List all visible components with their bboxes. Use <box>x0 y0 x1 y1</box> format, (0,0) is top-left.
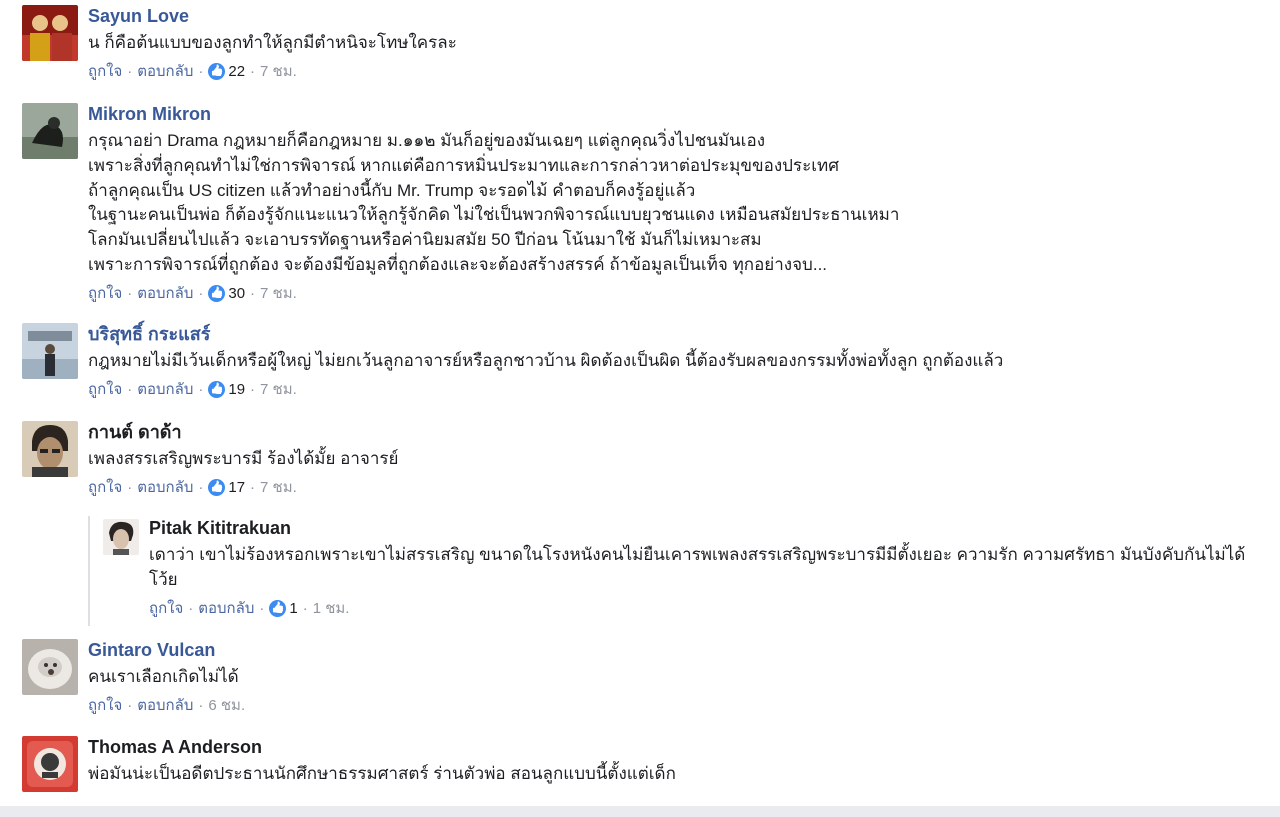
avatar[interactable] <box>22 421 78 477</box>
comment-text: เพลงสรรเสริญพระบารมี ร้องได้มั้ย อาจารย์ <box>88 449 399 468</box>
comment-text: พ่อมันน่ะเป็นอดีตประธานนักศึกษาธรรมศาสตร… <box>88 764 676 783</box>
reply-link[interactable]: ตอบกลับ <box>137 284 193 304</box>
commenter-name[interactable]: Gintaro Vulcan <box>88 639 1272 661</box>
like-reaction-icon[interactable] <box>208 479 226 497</box>
reaction-count[interactable]: 1 <box>289 599 297 619</box>
comment-actions: ถูกใจ · ตอบกลับ · 1 · 1 ชม. <box>149 599 1272 619</box>
comment-text: น ก็คือต้นแบบของลูกทำให้ลูกมีตำหนิจะโทษใ… <box>88 33 457 52</box>
reaction-count[interactable]: 30 <box>228 284 245 304</box>
comment-actions: ถูกใจ · ตอบกลับ · 22 · 7 ชม. <box>88 62 1272 82</box>
comment-actions: ถูกใจ · ตอบกลับ · 6 ชม. <box>88 696 246 716</box>
like-link[interactable]: ถูกใจ <box>88 284 122 304</box>
reaction-count[interactable]: 19 <box>228 380 245 400</box>
commenter-name[interactable]: Mikron Mikron <box>88 103 1272 125</box>
timestamp[interactable]: 6 ชม. <box>208 696 245 716</box>
like-reaction-icon[interactable] <box>208 381 226 399</box>
comment-text: เดาว่า เขาไม่ร้องหรอกเพราะเขาไม่สรรเสริญ… <box>149 545 1246 589</box>
avatar[interactable] <box>103 519 139 555</box>
reply-link[interactable]: ตอบกลับ <box>137 478 193 498</box>
reply-link[interactable]: ตอบกลับ <box>198 599 254 619</box>
comment-actions: ถูกใจ · ตอบกลับ · 19 · 7 ชม. <box>88 380 1272 400</box>
comment-text: กรุณาอย่า Drama กฎหมายก็คือกฎหมาย ม.๑๑๒ … <box>88 131 900 274</box>
reaction-count[interactable]: 17 <box>228 478 245 498</box>
reaction-count[interactable]: 22 <box>228 62 245 82</box>
like-reaction-icon[interactable] <box>208 63 226 81</box>
reply-link[interactable]: ตอบกลับ <box>137 62 193 82</box>
commenter-name[interactable]: Pitak Kititrakuan <box>149 517 1272 539</box>
like-link[interactable]: ถูกใจ <box>88 696 122 716</box>
avatar[interactable] <box>22 639 78 695</box>
like-reaction-icon[interactable] <box>269 600 287 618</box>
reply-thread-line <box>88 516 90 626</box>
reply-link[interactable]: ตอบกลับ <box>137 380 193 400</box>
comments-panel: Sayun Love น ก็คือต้นแบบของลูกทำให้ลูกมี… <box>0 0 1280 817</box>
timestamp[interactable]: 7 ชม. <box>260 478 297 498</box>
reply-link[interactable]: ตอบกลับ <box>137 696 193 716</box>
commenter-name[interactable]: Sayun Love <box>88 5 1272 27</box>
bottom-divider <box>0 806 1280 817</box>
timestamp[interactable]: 7 ชม. <box>260 62 297 82</box>
like-reaction-icon[interactable] <box>208 285 226 303</box>
like-link[interactable]: ถูกใจ <box>88 62 122 82</box>
comment-actions: ถูกใจ · ตอบกลับ · 17 · 7 ชม. <box>88 478 1272 498</box>
comment-text: คนเราเลือกเกิดไม่ได้ <box>88 667 239 686</box>
avatar[interactable] <box>22 5 78 61</box>
avatar[interactable] <box>22 103 78 159</box>
avatar[interactable] <box>22 323 78 379</box>
commenter-name[interactable]: Thomas A Anderson <box>88 736 1272 758</box>
comment-text: กฎหมายไม่มีเว้นเด็กหรือผู้ใหญ่ ไม่ยกเว้น… <box>88 351 1004 370</box>
like-link[interactable]: ถูกใจ <box>88 478 122 498</box>
commenter-name[interactable]: บริสุทธิ์ กระแสร์ <box>88 323 1272 345</box>
avatar[interactable] <box>22 736 78 792</box>
like-link[interactable]: ถูกใจ <box>149 599 183 619</box>
timestamp[interactable]: 7 ชม. <box>260 380 297 400</box>
timestamp[interactable]: 1 ชม. <box>313 599 350 619</box>
like-link[interactable]: ถูกใจ <box>88 380 122 400</box>
commenter-name[interactable]: กานต์ ดาด้า <box>88 421 1272 443</box>
comment-actions: ถูกใจ · ตอบกลับ · 30 · 7 ชม. <box>88 284 1272 304</box>
timestamp[interactable]: 7 ชม. <box>260 284 297 304</box>
